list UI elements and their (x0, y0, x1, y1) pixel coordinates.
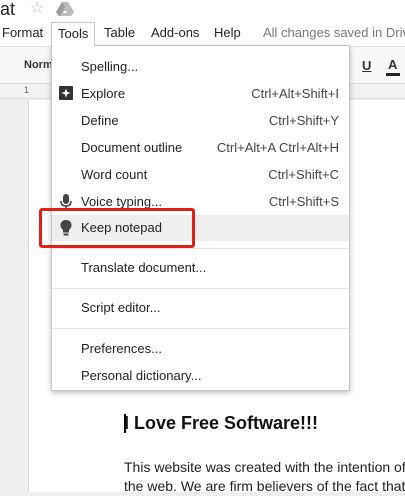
menu-item-personal-dictionary[interactable]: Personal dictionary... (52, 363, 349, 389)
menu-item-label: Define (81, 113, 119, 128)
title-bar: at ☆ (0, 0, 405, 22)
menu-item-document-outline[interactable]: Document outline Ctrl+Alt+A Ctrl+Alt+H (52, 135, 349, 161)
menu-separator (52, 248, 349, 249)
menu-item-translate-document[interactable]: Translate document... (52, 255, 349, 281)
text-color-label: A (388, 57, 398, 72)
ruler-mark: 1 (24, 85, 30, 95)
menu-item-label: Translate document... (81, 260, 207, 275)
text-color-button[interactable]: A (386, 57, 400, 76)
menu-item-label: Word count (81, 167, 148, 182)
menu-item-preferences[interactable]: Preferences... (52, 336, 349, 362)
menu-item-label: Document outline (81, 140, 183, 155)
menu-item-label: Voice typing... (81, 194, 162, 209)
document-title[interactable]: at (0, 0, 15, 20)
menu-help[interactable]: Help (208, 22, 247, 44)
menu-separator (52, 288, 349, 289)
menu-item-explore[interactable]: Explore Ctrl+Alt+Shift+I (52, 81, 349, 107)
annotation-highlight (39, 208, 195, 248)
menu-item-label: Explore (81, 86, 126, 101)
menu-item-label: Spelling... (81, 59, 139, 74)
menu-item-script-editor[interactable]: Script editor... (52, 295, 349, 321)
menu-separator (52, 328, 349, 329)
menu-add-ons[interactable]: Add-ons (145, 22, 205, 44)
menu-item-spelling[interactable]: Spelling... (52, 54, 349, 80)
menu-tools[interactable]: Tools (51, 22, 96, 47)
document-heading[interactable]: I Love Free Software!!! (124, 413, 318, 434)
menu-item-shortcut: Ctrl+Shift+Y (268, 113, 339, 128)
menu-table[interactable]: Table (98, 22, 141, 44)
menu-item-label: Script editor... (81, 300, 161, 315)
body-line: the web. We are firm believers of the fa… (124, 478, 405, 494)
menu-item-shortcut: Ctrl+Alt+Shift+I (251, 86, 339, 101)
menu-item-shortcut: Ctrl+Shift+S (268, 194, 339, 209)
menu-item-word-count[interactable]: Word count Ctrl+Shift+C (52, 162, 349, 188)
explore-icon (58, 85, 74, 103)
menu-item-define[interactable]: Define Ctrl+Shift+Y (52, 108, 349, 134)
body-line: This website was created with the intent… (124, 459, 405, 475)
menu-item-label: Preferences... (81, 341, 162, 356)
document-body[interactable]: This website was created with the intent… (124, 458, 405, 496)
star-icon[interactable]: ☆ (30, 0, 44, 18)
underline-button[interactable]: U (362, 58, 371, 73)
save-status[interactable]: All changes saved in Drive (263, 22, 405, 44)
menu-format[interactable]: Format (0, 22, 49, 44)
drive-icon[interactable] (56, 1, 74, 22)
text-color-swatch (386, 73, 400, 76)
menu-item-shortcut: Ctrl+Alt+A Ctrl+Alt+H (216, 140, 339, 155)
menu-item-shortcut: Ctrl+Shift+C (268, 167, 339, 182)
menu-bar: Format Tools Table Add-ons Help All chan… (0, 22, 405, 47)
menu-item-label: Personal dictionary... (81, 368, 202, 383)
